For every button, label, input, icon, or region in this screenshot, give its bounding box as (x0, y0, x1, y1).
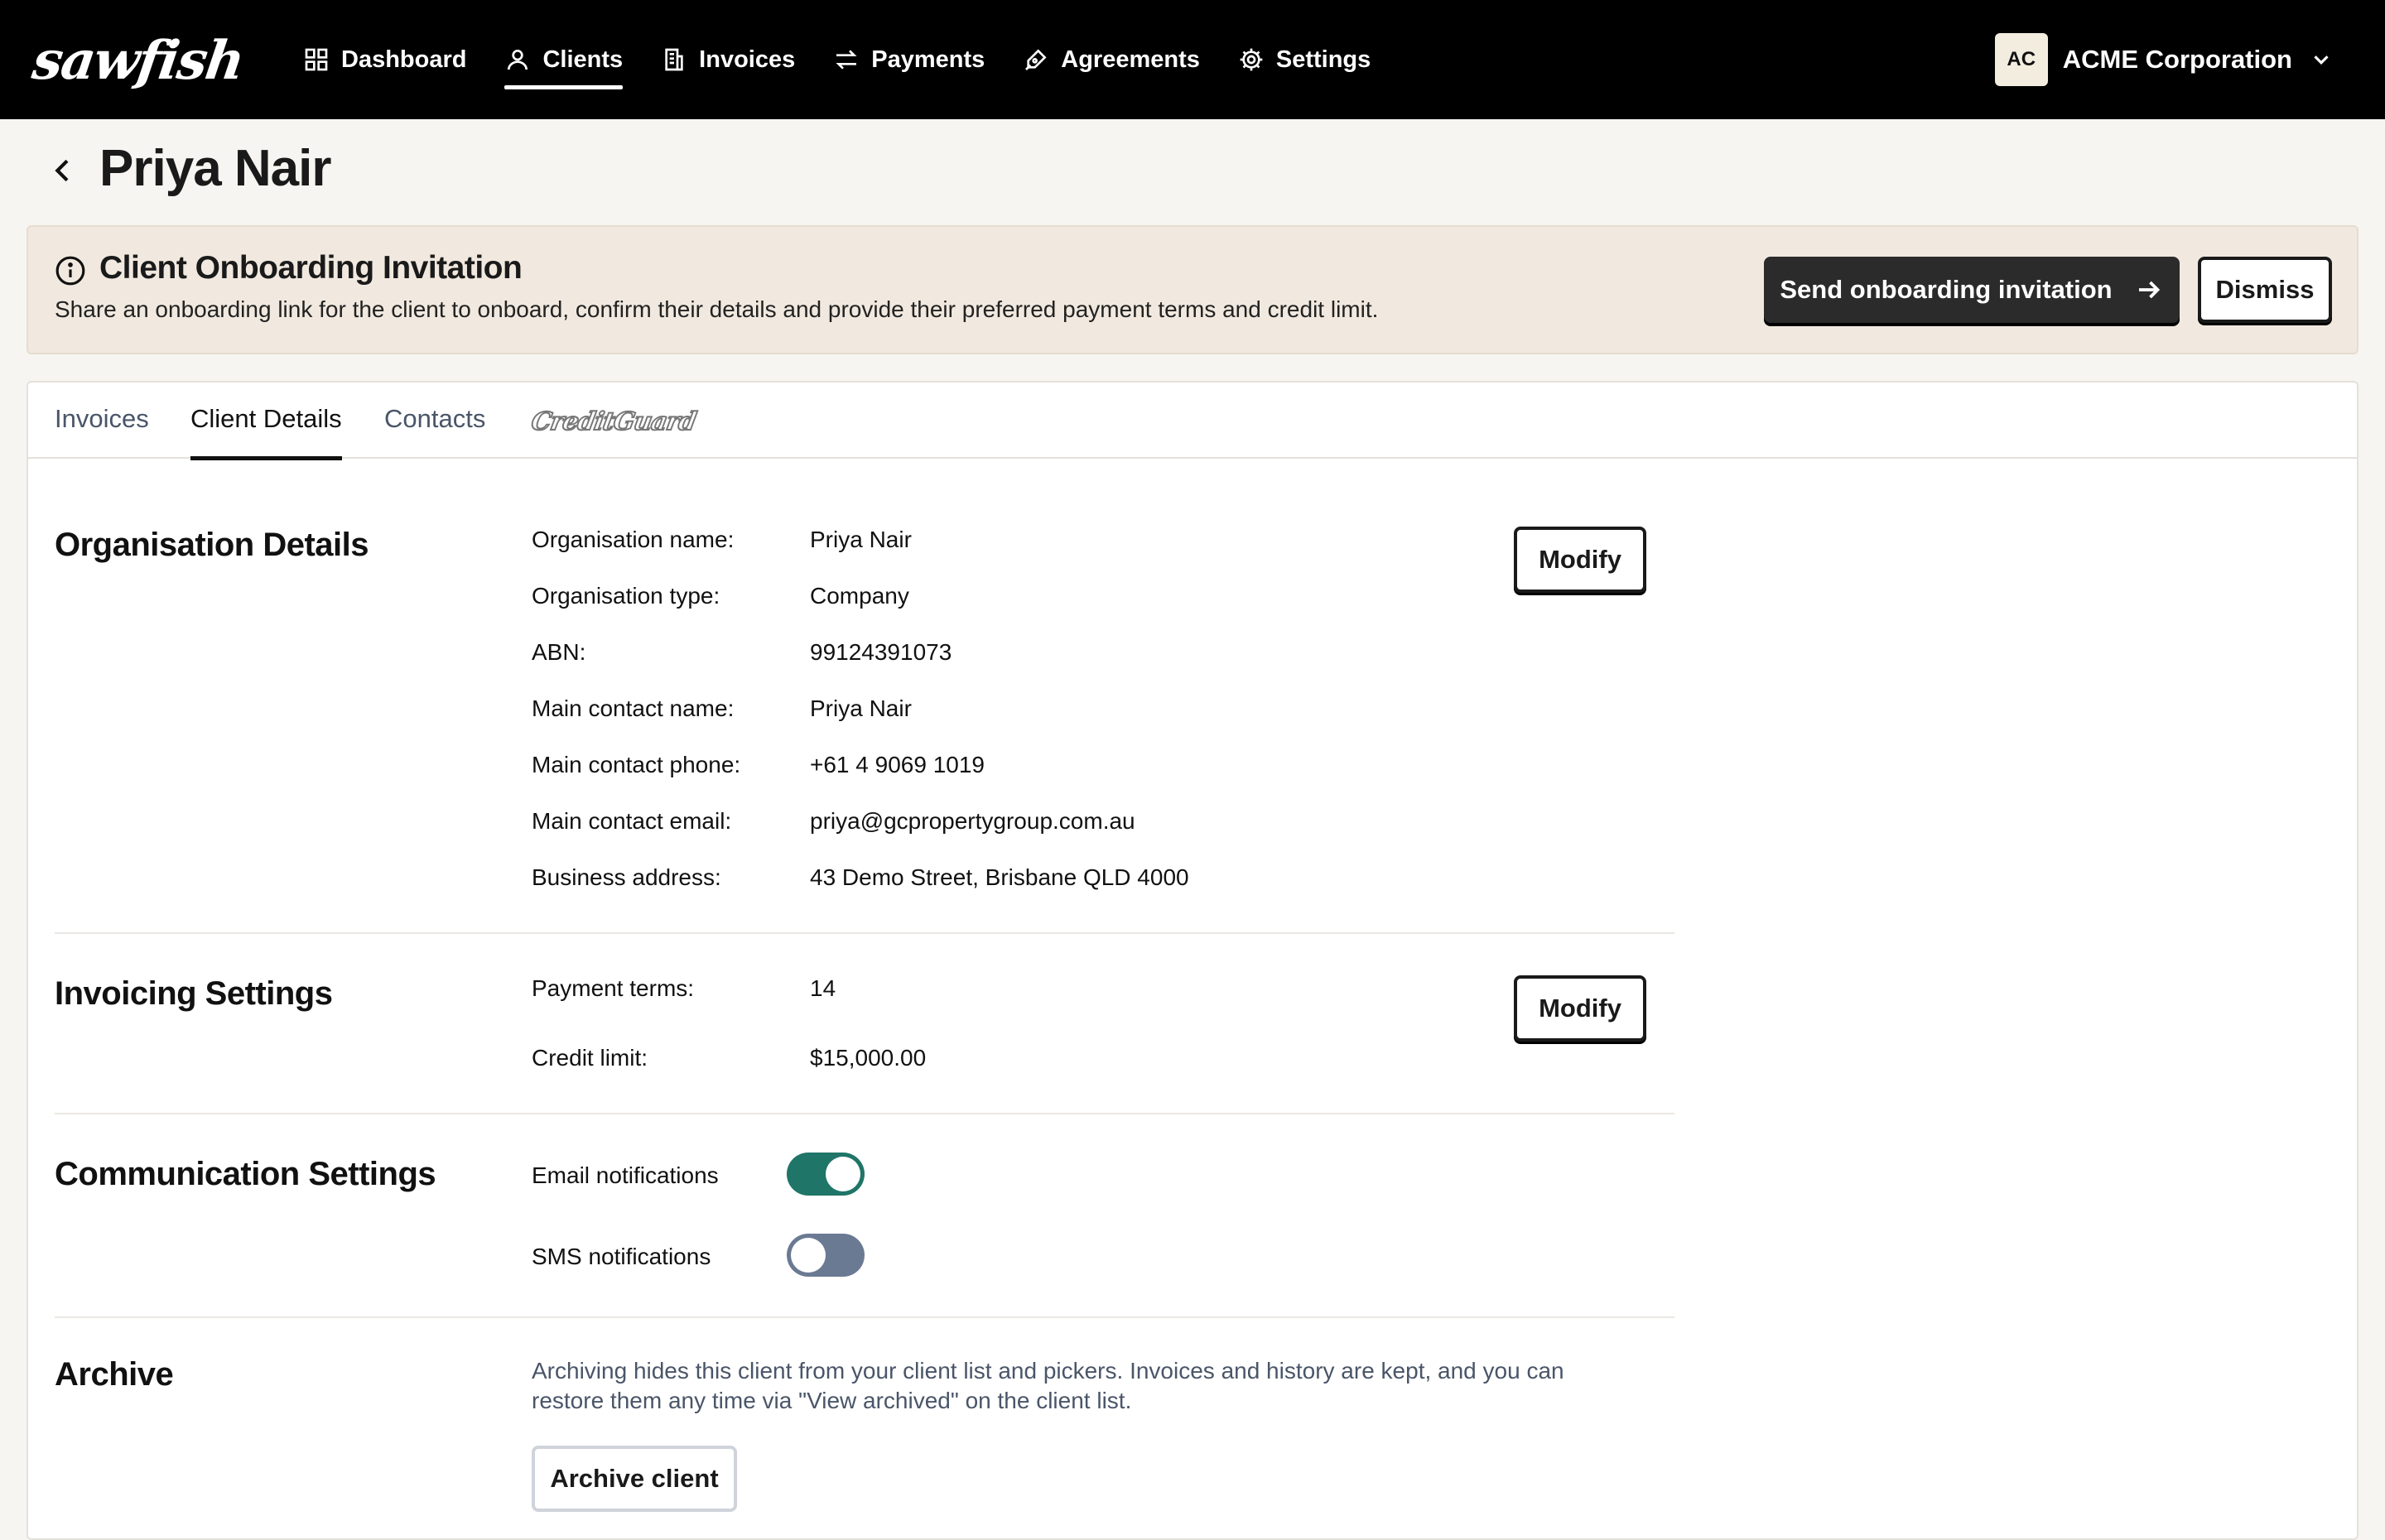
dismiss-button[interactable]: Dismiss (2198, 257, 2332, 323)
sawfish-logo[interactable]: sawfish (29, 30, 248, 92)
client-details-card: Invoices Client Details Contacts CreditG… (26, 381, 2358, 1540)
modify-invoicing-button[interactable]: Modify (1514, 975, 1646, 1042)
onboarding-banner: Client Onboarding Invitation Share an on… (26, 225, 2358, 354)
field-value: 14 (810, 975, 836, 1001)
divider (55, 1113, 1674, 1114)
org-avatar: AC (1994, 33, 2048, 86)
gear-icon (1240, 48, 1263, 71)
dashboard-icon (305, 48, 328, 71)
field-label: Organisation type: (532, 583, 720, 609)
pen-icon (1025, 49, 1047, 70)
top-navigation: sawfish Dashboard Clients Invoices Payme… (0, 0, 2385, 119)
arrow-right-icon (2138, 281, 2160, 299)
tab-contacts[interactable]: Contacts (384, 404, 485, 459)
field-label: Payment terms: (532, 975, 695, 1001)
communication-settings-heading: Communication Settings (55, 1156, 436, 1192)
banner-description: Share an onboarding link for the client … (55, 296, 1379, 322)
sms-notifications-toggle[interactable] (787, 1234, 865, 1277)
field-label: Main contact phone: (532, 752, 741, 777)
divider (55, 1316, 1674, 1318)
tab-invoices[interactable]: Invoices (55, 404, 149, 459)
organisation-switcher[interactable]: AC ACME Corporation (1994, 33, 2334, 86)
nav-item-dashboard[interactable]: Dashboard (303, 0, 466, 119)
user-icon (508, 50, 528, 70)
field-label: Business address: (532, 864, 721, 890)
field-value: priya@gcpropertygroup.com.au (810, 808, 1135, 834)
back-arrow-icon[interactable] (46, 154, 80, 187)
field-label: ABN: (532, 639, 586, 665)
email-notifications-label: Email notifications (532, 1162, 719, 1188)
field-label: Main contact name: (532, 695, 735, 721)
nav-label: Clients (542, 46, 624, 73)
transfer-icon (836, 50, 857, 70)
nav-item-invoices[interactable]: Invoices (661, 0, 795, 119)
organisation-details-heading: Organisation Details (55, 527, 369, 563)
tab-bar: Invoices Client Details Contacts CreditG… (28, 383, 2357, 460)
divider (55, 932, 1674, 934)
send-onboarding-invitation-button[interactable]: Send onboarding invitation (1764, 257, 2180, 323)
field-value: Priya Nair (810, 527, 912, 552)
archive-description: Archiving hides this client from your cl… (532, 1358, 1564, 1413)
toggle-knob (791, 1238, 826, 1273)
nav-label: Settings (1275, 46, 1371, 73)
nav-label: Dashboard (341, 46, 467, 73)
field-value: 99124391073 (810, 639, 952, 665)
page-title: Priya Nair (99, 140, 332, 197)
nav-label: Agreements (1061, 46, 1200, 73)
field-label: Organisation name: (532, 527, 735, 552)
chevron-down-icon (2314, 55, 2329, 65)
archive-client-button[interactable]: Archive client (532, 1446, 737, 1512)
modify-organisation-button[interactable]: Modify (1514, 527, 1646, 593)
archive-heading: Archive (55, 1356, 174, 1393)
nav-item-clients[interactable]: Clients (504, 0, 623, 119)
tab-client-details[interactable]: Client Details (190, 404, 342, 460)
invoicing-settings-heading: Invoicing Settings (55, 975, 333, 1012)
toggle-knob (826, 1157, 860, 1191)
nav-item-settings[interactable]: Settings (1238, 0, 1371, 119)
sms-notifications-label: SMS notifications (532, 1244, 711, 1269)
field-value: Company (810, 583, 909, 609)
nav-label: Invoices (699, 46, 796, 73)
banner-title: Client Onboarding Invitation (99, 250, 523, 286)
tab-creditguard[interactable]: CreditGuard (528, 407, 699, 437)
invoice-icon (665, 48, 683, 71)
field-value: $15,000.00 (810, 1045, 927, 1071)
nav-item-payments[interactable]: Payments (833, 0, 985, 119)
field-value: 43 Demo Street, Brisbane QLD 4000 (810, 864, 1189, 890)
field-label: Main contact email: (532, 808, 732, 834)
nav-label: Payments (871, 46, 985, 73)
org-name: ACME Corporation (2062, 45, 2292, 74)
email-notifications-toggle[interactable] (787, 1153, 865, 1196)
field-label: Credit limit: (532, 1045, 648, 1071)
field-value: Priya Nair (810, 695, 912, 721)
info-icon (55, 256, 85, 286)
send-invitation-label: Send onboarding invitation (1780, 275, 2113, 304)
nav-item-agreements[interactable]: Agreements (1023, 0, 1200, 119)
main-nav: Dashboard Clients Invoices Payments Agre… (303, 0, 1409, 119)
field-value: +61 4 9069 1019 (810, 752, 985, 777)
